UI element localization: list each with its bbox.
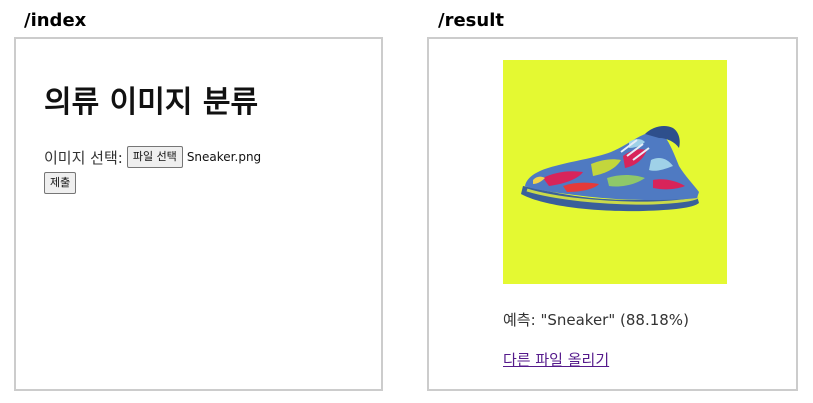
choose-file-button[interactable]: 파일 선택 (126, 146, 183, 168)
selected-file-name: Sneaker.png (186, 150, 262, 164)
index-page-panel: 의류 이미지 분류 이미지 선택: 파일 선택 Sneaker.png 제출 (14, 37, 383, 391)
uploaded-image-preview (503, 60, 727, 284)
page-title: 의류 이미지 분류 (44, 85, 259, 120)
sneaker-image (521, 126, 699, 212)
file-input-row: 이미지 선택: 파일 선택 Sneaker.png (44, 146, 261, 168)
prediction-class: "Sneaker" (540, 311, 616, 329)
file-input-label: 이미지 선택: (44, 148, 123, 167)
prediction-text: 예측: "Sneaker" (88.18%) (503, 309, 689, 330)
upload-another-file-link[interactable]: 다른 파일 올리기 (503, 349, 609, 370)
route-label-result: /result (438, 10, 504, 31)
route-label-index: /index (24, 10, 87, 31)
prediction-prefix: 예측: (503, 311, 536, 329)
submit-button[interactable]: 제출 (44, 172, 77, 194)
result-page-panel: 예측: "Sneaker" (88.18%) 다른 파일 올리기 (427, 37, 798, 391)
prediction-confidence: (88.18%) (620, 311, 689, 329)
